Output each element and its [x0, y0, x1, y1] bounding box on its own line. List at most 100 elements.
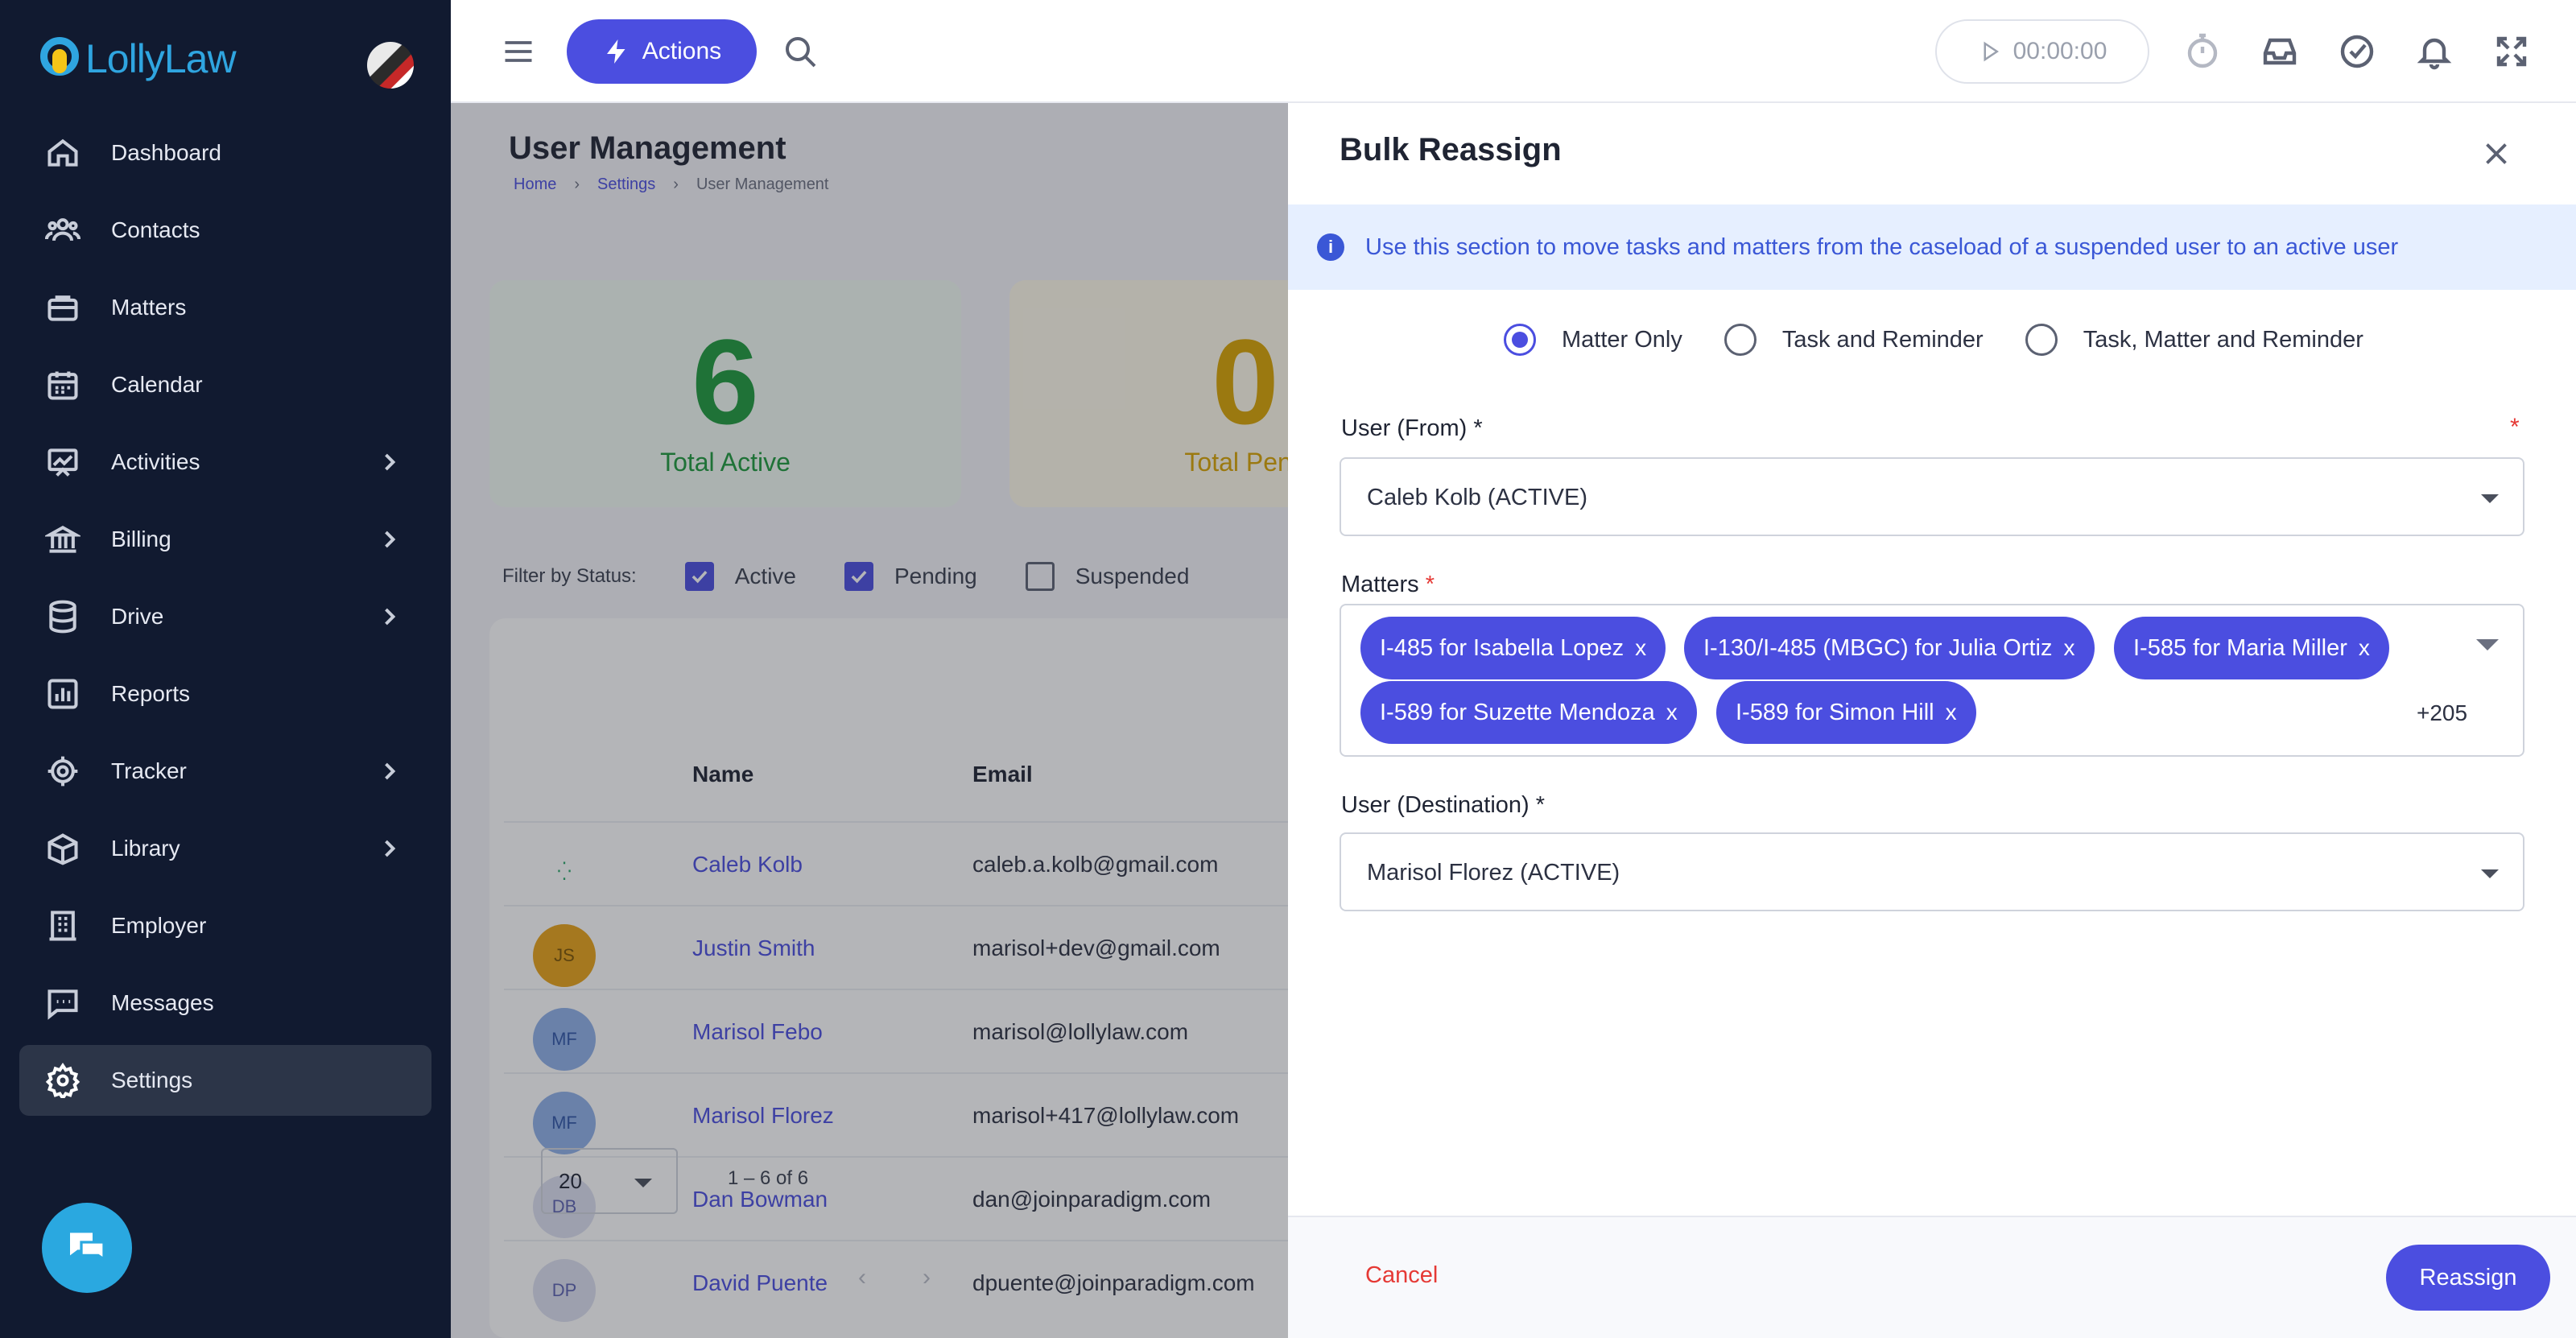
remove-chip-icon[interactable]: x: [2359, 635, 2370, 661]
sidebar-nav: Dashboard Contacts Matters Calendar Acti…: [19, 118, 431, 1122]
sidebar-item-calendar[interactable]: Calendar: [19, 349, 431, 420]
target-icon: [45, 754, 80, 789]
matter-chip[interactable]: I-589 for Simon Hill x: [1716, 681, 1976, 744]
drawer-footer: Cancel Reassign: [1288, 1216, 2576, 1338]
sidebar-item-label: Tracker: [111, 758, 187, 783]
user-destination-label-text: User (Destination): [1341, 792, 1530, 818]
remove-chip-icon[interactable]: x: [2064, 635, 2075, 661]
sidebar-item-label: Drive: [111, 604, 164, 629]
bulk-reassign-drawer: Bulk Reassign i Use this section to move…: [1288, 103, 2576, 1338]
top-bar: Actions 00:00:00: [451, 0, 2576, 103]
app-logo[interactable]: LollyLaw: [39, 35, 237, 82]
sidebar: LollyLaw Dashboard Contacts Matters Cale…: [0, 0, 451, 1338]
actions-button[interactable]: Actions: [567, 19, 757, 84]
matter-chip[interactable]: I-130/I-485 (MBGC) for Julia Ortiz x: [1684, 617, 2095, 679]
lightning-icon: [606, 39, 625, 64]
fullscreen-icon[interactable]: [2492, 32, 2531, 71]
chevron-right-icon: [375, 525, 404, 554]
sidebar-item-employer[interactable]: Employer: [19, 890, 431, 961]
task-check-icon[interactable]: [2338, 32, 2376, 71]
cancel-button[interactable]: Cancel: [1365, 1262, 1438, 1289]
chevron-right-icon: [375, 448, 404, 477]
sidebar-item-billing[interactable]: Billing: [19, 504, 431, 575]
database-icon: [45, 599, 80, 634]
user-destination-value: Marisol Florez (ACTIVE): [1367, 860, 1620, 886]
info-banner: i Use this section to move tasks and mat…: [1288, 204, 2576, 290]
sidebar-item-matters[interactable]: Matters: [19, 272, 431, 343]
actions-label: Actions: [642, 38, 722, 64]
remove-chip-icon[interactable]: x: [1946, 700, 1957, 725]
radio-label: Task, Matter and Reminder: [2083, 326, 2363, 353]
sidebar-item-tracker[interactable]: Tracker: [19, 736, 431, 807]
message-icon: [45, 985, 80, 1021]
drawer-header: Bulk Reassign: [1288, 103, 2576, 204]
matter-chip[interactable]: I-585 for Maria Miller x: [2114, 617, 2389, 679]
home-icon: [45, 135, 80, 171]
inbox-icon[interactable]: [2260, 32, 2299, 71]
chevron-right-icon: [375, 834, 404, 863]
sidebar-item-label: Dashboard: [111, 140, 221, 165]
sidebar-item-label: Employer: [111, 913, 207, 938]
bell-icon[interactable]: [2415, 32, 2454, 71]
matters-label: Matters *: [1341, 572, 1435, 598]
modal-backdrop[interactable]: [451, 103, 1288, 1338]
reassign-button[interactable]: Reassign: [2386, 1245, 2550, 1311]
info-text: Use this section to move tasks and matte…: [1365, 233, 2399, 260]
bar-chart-icon: [45, 676, 80, 712]
user-avatar[interactable]: [367, 42, 414, 89]
timer-value: 00:00:00: [2013, 38, 2107, 64]
user-destination-label: User (Destination) *: [1341, 792, 1545, 819]
required-mark: *: [1473, 415, 1483, 441]
bank-icon: [45, 522, 80, 557]
book-box-icon: [45, 831, 80, 866]
chat-button[interactable]: [42, 1203, 132, 1293]
user-from-select[interactable]: Caleb Kolb (ACTIVE): [1340, 457, 2524, 536]
sidebar-item-dashboard[interactable]: Dashboard: [19, 118, 431, 188]
stopwatch-icon[interactable]: [2183, 32, 2222, 71]
building-icon: [45, 908, 80, 944]
remove-chip-icon[interactable]: x: [1635, 635, 1646, 661]
chevron-right-icon: [375, 602, 404, 631]
user-from-label: User (From) *: [1341, 415, 1483, 442]
sidebar-item-messages[interactable]: Messages: [19, 968, 431, 1039]
radio-task-matter-and-reminder[interactable]: [2025, 324, 2058, 356]
sidebar-item-label: Messages: [111, 990, 214, 1015]
sidebar-item-activities[interactable]: Activities: [19, 427, 431, 498]
required-mark: *: [1425, 572, 1435, 597]
briefcase-icon: [45, 290, 80, 325]
sidebar-item-label: Reports: [111, 681, 191, 706]
matter-chip-label: I-585 for Maria Miller: [2133, 634, 2347, 661]
matter-chip-label: I-130/I-485 (MBGC) for Julia Ortiz: [1703, 634, 2053, 661]
timer-button[interactable]: 00:00:00: [1935, 19, 2149, 84]
radio-label: Task and Reminder: [1781, 326, 1984, 353]
hamburger-menu-icon[interactable]: [501, 34, 536, 69]
calendar-icon: [45, 367, 80, 403]
user-from-label-text: User (From): [1341, 415, 1468, 441]
matter-chip-label: I-589 for Simon Hill: [1736, 699, 1934, 725]
matters-multiselect[interactable]: I-485 for Isabella Lopez x I-130/I-485 (M…: [1340, 604, 2524, 757]
chat-icon: [70, 1233, 105, 1262]
sidebar-item-contacts[interactable]: Contacts: [19, 195, 431, 266]
required-mark: *: [2510, 414, 2520, 440]
sidebar-item-label: Calendar: [111, 372, 203, 397]
users-icon: [45, 213, 80, 248]
radio-task-and-reminder[interactable]: [1724, 324, 1757, 356]
sidebar-item-reports[interactable]: Reports: [19, 659, 431, 729]
chevron-down-icon: [2481, 494, 2499, 503]
matter-chip-label: I-485 for Isabella Lopez: [1380, 634, 1624, 661]
play-icon: [1984, 41, 1999, 62]
radio-matter-only[interactable]: [1504, 324, 1536, 356]
user-destination-select[interactable]: Marisol Florez (ACTIVE): [1340, 832, 2524, 911]
remove-chip-icon[interactable]: x: [1666, 700, 1678, 725]
sidebar-item-label: Matters: [111, 295, 187, 320]
matter-chip[interactable]: I-485 for Isabella Lopez x: [1360, 617, 1666, 679]
matter-chip[interactable]: I-589 for Suzette Mendoza x: [1360, 681, 1697, 744]
sidebar-item-drive[interactable]: Drive: [19, 581, 431, 652]
sidebar-item-label: Settings: [111, 1068, 193, 1092]
chevron-down-icon[interactable]: [2476, 639, 2499, 650]
sidebar-item-settings[interactable]: Settings: [19, 1045, 431, 1116]
search-icon[interactable]: [781, 32, 819, 71]
close-icon[interactable]: [2478, 135, 2515, 172]
sidebar-item-library[interactable]: Library: [19, 813, 431, 884]
required-mark: *: [1535, 792, 1546, 818]
